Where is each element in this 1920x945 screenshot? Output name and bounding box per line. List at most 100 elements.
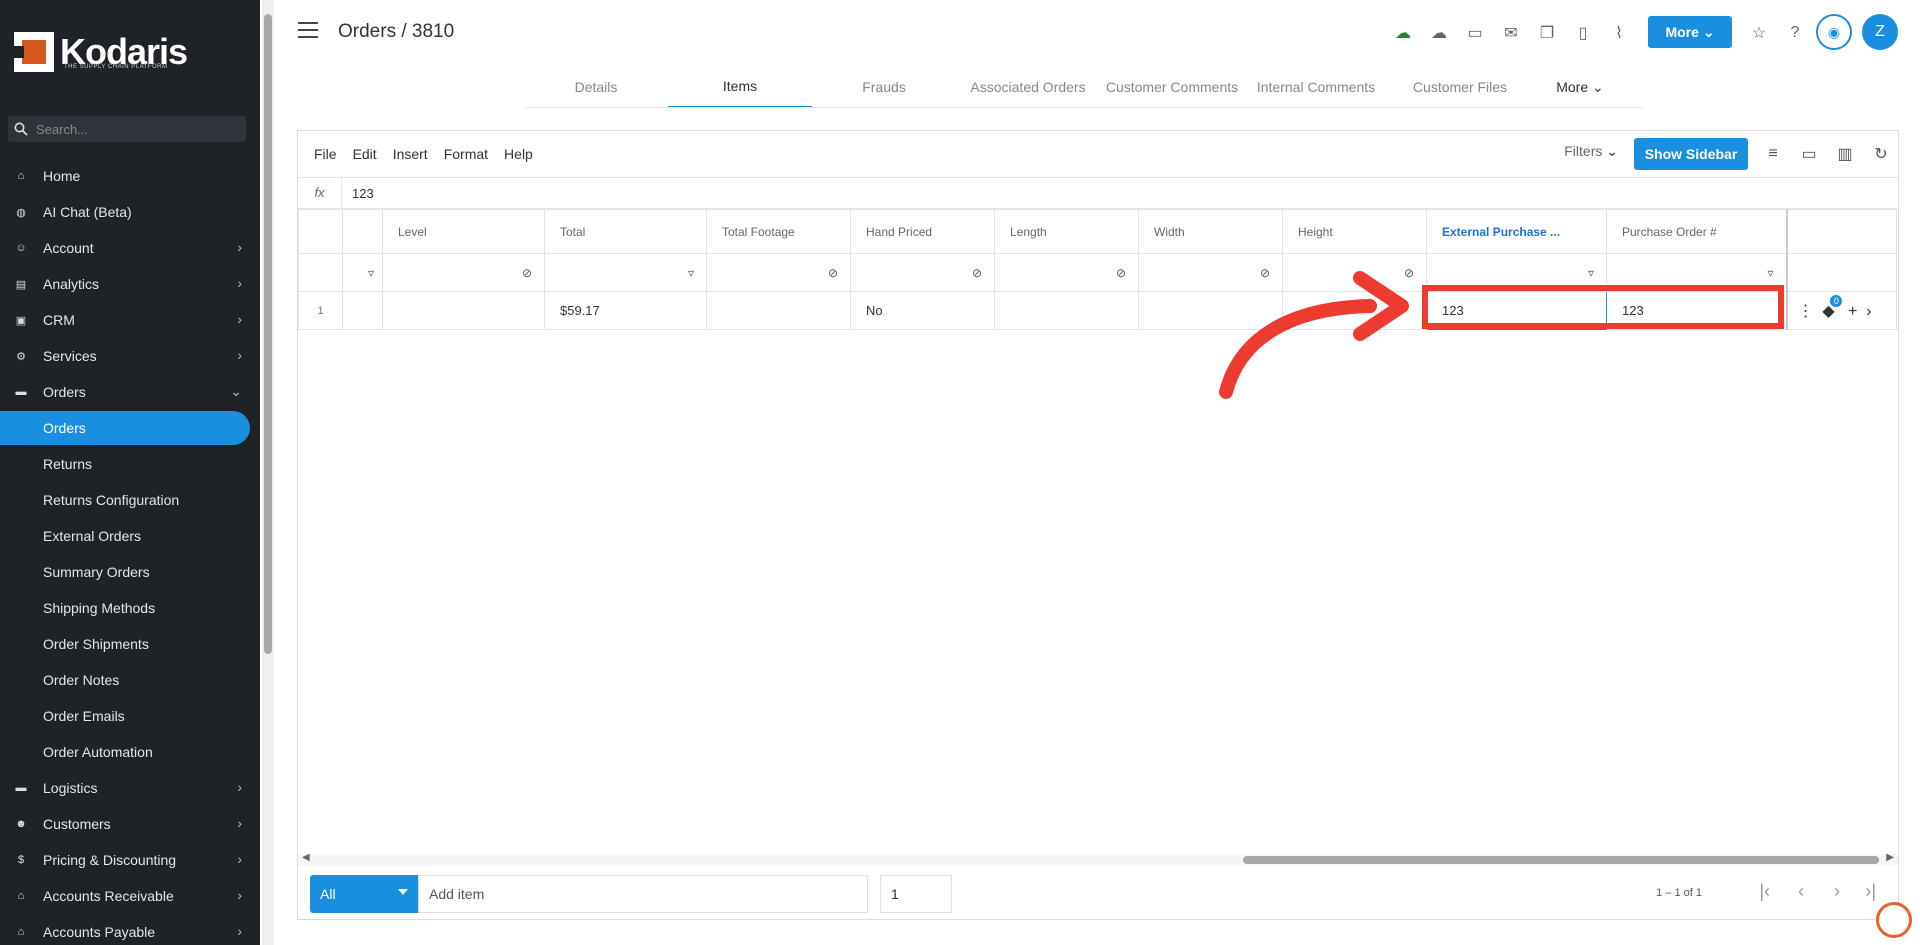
sidebar-item-pricing[interactable]: $ Pricing & Discounting › bbox=[0, 843, 250, 877]
tab-associated-orders[interactable]: Associated Orders bbox=[956, 66, 1100, 108]
sidebar-item-ai-chat[interactable]: ◍ AI Chat (Beta) bbox=[0, 195, 250, 229]
filter-icon[interactable]: ▿ bbox=[1767, 266, 1773, 280]
sidebar-item-orders[interactable]: ▬ Orders ⌄ bbox=[0, 375, 250, 409]
kebab-menu-icon[interactable]: ⋮ bbox=[1798, 303, 1814, 320]
credit-card-icon[interactable]: ▭ bbox=[1464, 22, 1486, 44]
sidebar-subitem-order-notes[interactable]: Order Notes bbox=[0, 663, 250, 697]
help-icon[interactable]: ? bbox=[1784, 22, 1806, 44]
filter-cell[interactable]: ⊘ bbox=[706, 253, 851, 292]
sidebar-item-accounts-receivable[interactable]: ⌂ Accounts Receivable › bbox=[0, 879, 250, 913]
sidebar-subitem-order-automation[interactable]: Order Automation bbox=[0, 735, 250, 769]
cloud-upload-icon[interactable]: ☁ bbox=[1392, 22, 1414, 44]
filter-cell[interactable]: ▿ bbox=[342, 253, 383, 292]
comment-icon[interactable]: ▭ bbox=[1798, 143, 1820, 165]
formula-value[interactable]: 123 bbox=[352, 186, 374, 201]
filter-off-icon[interactable]: ⊘ bbox=[1116, 266, 1126, 280]
table-cell-level[interactable] bbox=[382, 291, 545, 330]
sidebar-subitem-orders[interactable]: Orders bbox=[0, 411, 250, 445]
menu-edit[interactable]: Edit bbox=[353, 146, 377, 162]
table-cell-total[interactable]: $59.17 bbox=[544, 291, 707, 330]
sidebar-item-accounts-payable[interactable]: ⌂ Accounts Payable › bbox=[0, 915, 250, 945]
chevron-right-icon[interactable]: › bbox=[1866, 303, 1871, 320]
scroll-right-icon[interactable]: ▶ bbox=[1886, 852, 1894, 863]
add-item-input[interactable]: Add item bbox=[418, 875, 868, 913]
quantity-input[interactable]: 1 bbox=[880, 875, 952, 913]
horizontal-scrollbar[interactable]: ◀ ▶ bbox=[298, 852, 1898, 866]
sidebar-item-account[interactable]: ☺ Account › bbox=[0, 231, 250, 265]
filter-off-icon[interactable]: ⊘ bbox=[972, 266, 982, 280]
refresh-icon[interactable]: ↻ bbox=[1870, 143, 1892, 165]
sidebar-subitem-external-orders[interactable]: External Orders bbox=[0, 519, 250, 553]
scroll-left-icon[interactable]: ◀ bbox=[302, 852, 310, 863]
sidebar-item-crm[interactable]: ▣ CRM › bbox=[0, 303, 250, 337]
show-sidebar-button[interactable]: Show Sidebar bbox=[1634, 138, 1748, 170]
table-cell-hand-priced[interactable]: No bbox=[850, 291, 995, 330]
add-document-icon[interactable]: ▯ bbox=[1572, 22, 1594, 44]
tab-internal-comments[interactable]: Internal Comments bbox=[1244, 66, 1388, 108]
column-header-width[interactable]: Width bbox=[1138, 209, 1283, 254]
chat-support-icon[interactable] bbox=[1876, 902, 1912, 938]
copy-icon[interactable]: ❐ bbox=[1536, 22, 1558, 44]
filters-dropdown[interactable]: Filters ⌄ bbox=[1564, 143, 1618, 160]
first-page-icon[interactable]: |‹ bbox=[1759, 881, 1770, 902]
tab-customer-files[interactable]: Customer Files bbox=[1388, 66, 1532, 108]
mail-icon[interactable]: ✉ bbox=[1500, 22, 1522, 44]
hamburger-menu-icon[interactable] bbox=[298, 22, 318, 40]
column-header-total-footage[interactable]: Total Footage bbox=[706, 209, 851, 254]
tab-frauds[interactable]: Frauds bbox=[812, 66, 956, 108]
filter-off-icon[interactable]: ⊘ bbox=[522, 266, 532, 280]
tab-items[interactable]: Items bbox=[668, 66, 812, 108]
menu-help[interactable]: Help bbox=[504, 146, 533, 162]
columns-icon[interactable]: ▥ bbox=[1834, 143, 1856, 165]
column-header-external-purchase[interactable]: External Purchase ... bbox=[1426, 209, 1607, 254]
filter-cell[interactable]: ⊘ bbox=[994, 253, 1139, 292]
table-cell-total-footage[interactable] bbox=[706, 291, 851, 330]
filter-icon[interactable]: ▿ bbox=[368, 266, 374, 280]
formula-bar[interactable]: fx 123 bbox=[298, 177, 1898, 209]
table-cell[interactable] bbox=[342, 291, 383, 330]
sidebar-subitem-returns-configuration[interactable]: Returns Configuration bbox=[0, 483, 250, 517]
sidebar-subitem-returns[interactable]: Returns bbox=[0, 447, 250, 481]
sidebar-item-home[interactable]: ⌂ Home bbox=[0, 159, 250, 193]
sidebar-item-logistics[interactable]: ▬ Logistics › bbox=[0, 771, 250, 805]
cloud-lock-icon[interactable]: ☁ bbox=[1428, 22, 1450, 44]
add-row-icon[interactable]: ≡ bbox=[1762, 143, 1784, 165]
filter-icon[interactable]: ▿ bbox=[1588, 266, 1594, 280]
column-header-checkbox[interactable] bbox=[342, 209, 383, 254]
column-header-hand-priced[interactable]: Hand Priced bbox=[850, 209, 995, 254]
filter-cell[interactable]: ▿ bbox=[544, 253, 707, 292]
ai-assistant-icon[interactable]: ◉ bbox=[1816, 14, 1852, 50]
sidebar-item-customers[interactable]: ☻ Customers › bbox=[0, 807, 250, 841]
column-header-height[interactable]: Height bbox=[1282, 209, 1427, 254]
sidebar-scrollbar[interactable] bbox=[262, 0, 274, 945]
prev-page-icon[interactable]: ‹ bbox=[1798, 881, 1804, 902]
filter-icon[interactable]: ▿ bbox=[688, 266, 694, 280]
menu-file[interactable]: File bbox=[314, 146, 337, 162]
filter-off-icon[interactable]: ⊘ bbox=[828, 266, 838, 280]
tab-customer-comments[interactable]: Customer Comments bbox=[1100, 66, 1244, 108]
scrollbar-thumb[interactable] bbox=[264, 14, 272, 654]
sidebar-subitem-order-emails[interactable]: Order Emails bbox=[0, 699, 250, 733]
column-header-level[interactable]: Level bbox=[382, 209, 545, 254]
tag-icon[interactable]: ◆ 0 bbox=[1822, 294, 1843, 320]
sidebar-subitem-order-shipments[interactable]: Order Shipments bbox=[0, 627, 250, 661]
add-icon[interactable]: + bbox=[1848, 303, 1857, 320]
search-input[interactable] bbox=[36, 121, 236, 137]
next-page-icon[interactable]: › bbox=[1834, 881, 1840, 902]
filter-cell[interactable]: ⊘ bbox=[382, 253, 545, 292]
star-icon[interactable]: ☆ bbox=[1748, 22, 1770, 44]
sidebar-subitem-shipping-methods[interactable]: Shipping Methods bbox=[0, 591, 250, 625]
last-page-icon[interactable]: ›| bbox=[1865, 881, 1876, 902]
menu-insert[interactable]: Insert bbox=[393, 146, 428, 162]
tab-details[interactable]: Details bbox=[524, 66, 668, 108]
menu-format[interactable]: Format bbox=[444, 146, 488, 162]
sidebar-search[interactable] bbox=[8, 116, 246, 142]
scope-select[interactable]: All bbox=[310, 875, 418, 913]
column-header-purchase-order[interactable]: Purchase Order # bbox=[1606, 209, 1787, 254]
user-avatar[interactable]: Z bbox=[1862, 14, 1898, 50]
sidebar-item-services[interactable]: ⚙ Services › bbox=[0, 339, 250, 373]
scrollbar-thumb[interactable] bbox=[1243, 856, 1879, 864]
tab-more[interactable]: More ⌄ bbox=[1532, 66, 1628, 108]
filter-cell[interactable]: ⊘ bbox=[850, 253, 995, 292]
sidebar-subitem-summary-orders[interactable]: Summary Orders bbox=[0, 555, 250, 589]
